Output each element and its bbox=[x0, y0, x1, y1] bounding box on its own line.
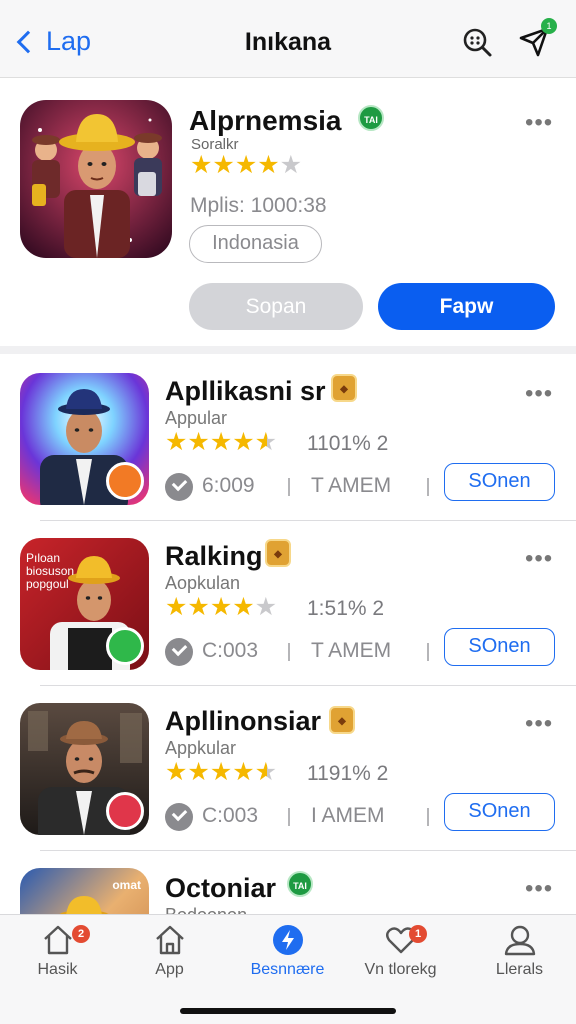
star-rating: ★★★★★ bbox=[165, 758, 278, 786]
more-options-icon[interactable]: ••• bbox=[525, 710, 553, 738]
app-tag: T AMEM bbox=[311, 474, 392, 497]
app-thumbnail bbox=[20, 373, 149, 505]
open-button[interactable]: SOnen bbox=[444, 628, 555, 666]
tab-label: Vn tlorekg bbox=[364, 961, 437, 978]
app-subtitle: Appkular bbox=[165, 738, 237, 758]
heart-badge-icon bbox=[106, 792, 144, 830]
featured-app-name: Alprnemsia bbox=[189, 105, 342, 136]
list-item[interactable]: Apllikasni sr ◆ ••• Appular ★★★★★ 1101% … bbox=[0, 356, 576, 521]
tab-profile[interactable]: Llerals bbox=[462, 923, 576, 995]
app-tag: I AMEM bbox=[311, 804, 385, 827]
app-subtitle: Aopkulan bbox=[165, 573, 241, 593]
tab-label: Hasik bbox=[37, 961, 78, 978]
verified-badge: TAI bbox=[358, 105, 384, 131]
more-options-icon[interactable]: ••• bbox=[525, 875, 553, 903]
check-icon bbox=[165, 803, 193, 831]
more-options-icon[interactable]: ••• bbox=[525, 109, 553, 137]
app-name: Octoniar bbox=[165, 873, 277, 903]
app-thumbnail bbox=[20, 703, 149, 835]
house-icon bbox=[155, 925, 184, 955]
list-item[interactable]: omat Octoniar TAI ••• Bodoonon bbox=[0, 851, 576, 914]
tab-label: Besnnære bbox=[250, 961, 325, 978]
tab-badge: 1 bbox=[409, 925, 427, 943]
rating-text: 1191% 2 bbox=[307, 762, 389, 785]
tab-app[interactable]: App bbox=[112, 923, 227, 995]
lightning-icon bbox=[272, 925, 303, 955]
poster-text: omat bbox=[112, 878, 141, 892]
tab-badge: 2 bbox=[72, 925, 90, 943]
notification-badge: 1 bbox=[541, 18, 557, 34]
chat-badge-icon bbox=[106, 462, 144, 500]
check-icon bbox=[165, 473, 193, 501]
nav-header: Lap Inıkana bbox=[0, 0, 576, 78]
app-thumbnail: Pıloan biosuson popgoul bbox=[20, 538, 149, 670]
app-subtitle: Bodoonon bbox=[165, 905, 247, 914]
divider bbox=[427, 478, 429, 496]
tab-wishlist[interactable]: 1 Vn tlorekg bbox=[343, 923, 458, 995]
tab-label: Llerals bbox=[495, 961, 544, 978]
featured-app-image bbox=[20, 100, 172, 258]
search-icon[interactable] bbox=[462, 26, 494, 58]
app-name: Apllikasni sr bbox=[165, 376, 326, 406]
featured-app-meta: Mplis: 1000:38 bbox=[190, 194, 327, 217]
check-icon bbox=[165, 638, 193, 666]
app-code: C:003 bbox=[202, 804, 259, 827]
primary-button[interactable]: Fapw bbox=[378, 283, 555, 330]
app-name: Apllinonsiar bbox=[165, 706, 322, 736]
divider bbox=[427, 643, 429, 661]
person-icon bbox=[504, 925, 535, 956]
secondary-button[interactable]: Sopan bbox=[189, 283, 363, 330]
tab-featured[interactable]: Besnnære bbox=[230, 923, 345, 995]
app-name: Ralking bbox=[165, 541, 263, 571]
home-indicator bbox=[180, 1008, 396, 1014]
featured-app-card[interactable]: Alprnemsia TAI ••• Soralkr ★★★★★ Mplis: … bbox=[0, 79, 576, 354]
star-rating: ★★★★★ bbox=[190, 151, 303, 179]
home-icon bbox=[43, 925, 72, 955]
tab-label: App bbox=[155, 961, 184, 978]
award-badge-icon: ◆ bbox=[265, 539, 291, 567]
divider bbox=[288, 478, 290, 496]
more-options-icon[interactable]: ••• bbox=[525, 380, 553, 408]
rating-text: 1101% 2 bbox=[307, 432, 389, 455]
rating-text: 1:51% 2 bbox=[307, 597, 385, 620]
star-rating: ★★★★★ bbox=[165, 593, 278, 621]
app-thumbnail: omat bbox=[20, 868, 149, 914]
list-item[interactable]: Apllinonsiar ◆ ••• Appkular ★★★★★ 1191% … bbox=[0, 686, 576, 851]
country-tag[interactable]: Indonasia bbox=[189, 225, 322, 263]
chat-badge-icon bbox=[106, 627, 144, 665]
divider bbox=[427, 808, 429, 826]
more-options-icon[interactable]: ••• bbox=[525, 545, 553, 573]
app-tag: T AMEM bbox=[311, 639, 392, 662]
award-badge-icon: ◆ bbox=[329, 706, 355, 734]
app-code: 6:009 bbox=[202, 474, 255, 497]
divider bbox=[288, 643, 290, 661]
app-code: C:003 bbox=[202, 639, 259, 662]
open-button[interactable]: SOnen bbox=[444, 793, 555, 831]
divider bbox=[288, 808, 290, 826]
tab-home[interactable]: 2 Hasik bbox=[0, 923, 115, 995]
award-badge-icon: ◆ bbox=[331, 374, 357, 402]
star-rating: ★★★★★ bbox=[165, 428, 278, 456]
app-subtitle: Appular bbox=[165, 408, 228, 428]
verified-badge: TAI bbox=[287, 871, 313, 897]
open-button[interactable]: SOnen bbox=[444, 463, 555, 501]
list-item[interactable]: Pıloan biosuson popgoul Ralking ◆ ••• Ao… bbox=[0, 521, 576, 686]
poster-text: Pıloan biosuson popgoul bbox=[26, 551, 75, 591]
